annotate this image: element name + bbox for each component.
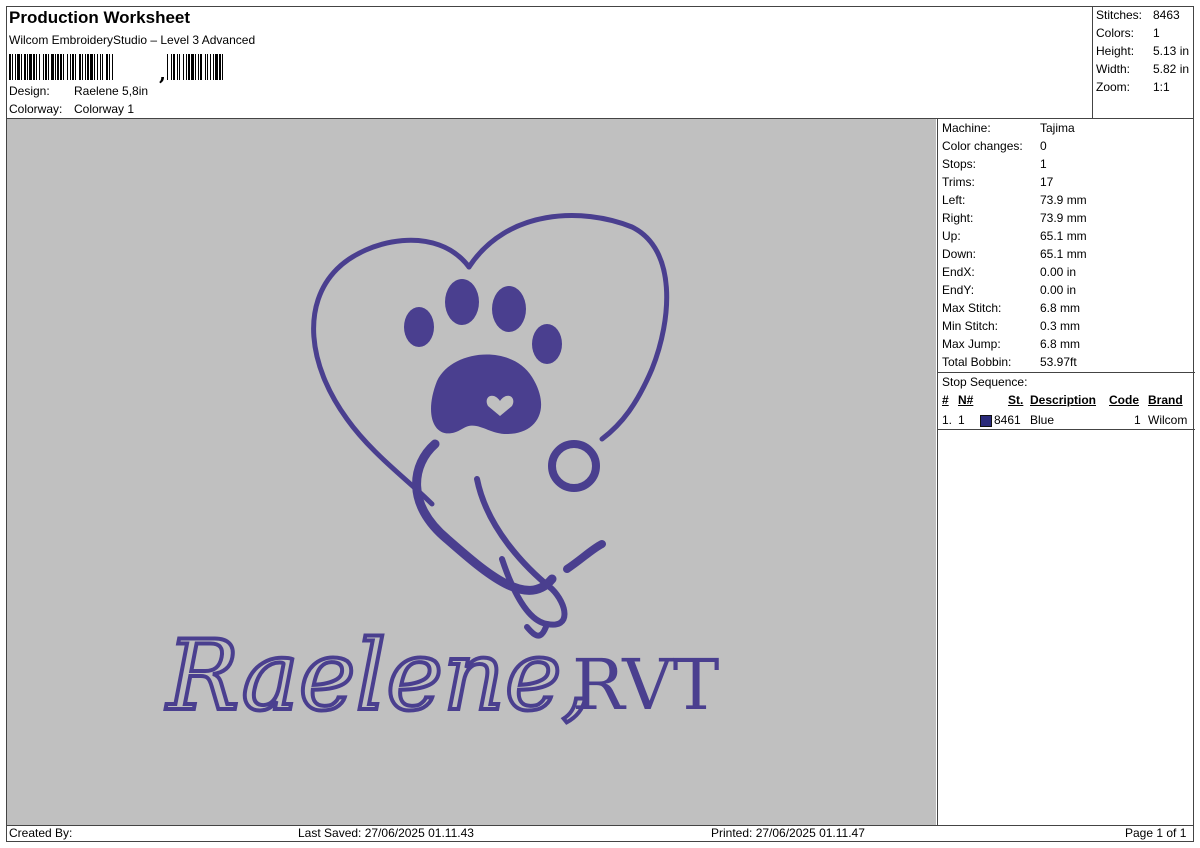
info-row: Up: 65.1 mm	[942, 229, 1087, 243]
stethoscope-earpiece	[563, 540, 606, 573]
design-script-text: Raelene,	[165, 620, 592, 732]
design-canvas: Raelene, RVT	[7, 119, 936, 825]
worksheet-footer: Created By: Last Saved: 27/06/2025 01.11…	[6, 825, 1194, 842]
info-row: EndX: 0.00 in	[942, 265, 1077, 279]
app-subtitle: Wilcom EmbroideryStudio – Level 3 Advanc…	[9, 33, 256, 47]
colorway-value: Colorway 1	[74, 102, 135, 116]
info-row: Min Stitch: 0.3 mm	[942, 319, 1081, 333]
printed-date: Printed: 27/06/2025 01.11.47	[711, 826, 865, 840]
page-number: Page 1 of 1	[1125, 826, 1187, 840]
info-row: Color changes: 0	[942, 139, 1047, 153]
stop-sequence-title: Stop Sequence:	[942, 375, 1028, 389]
info-row: Left: 73.9 mm	[942, 193, 1087, 207]
divider	[938, 429, 1195, 430]
stethoscope-tube	[474, 476, 568, 628]
stop-sequence-section: Stop Sequence: # N# St. Description Code…	[938, 372, 1195, 430]
col-description: Description	[1030, 393, 1097, 407]
color-swatch	[980, 415, 992, 427]
info-row: Machine: Tajima	[942, 121, 1075, 135]
info-row: Max Stitch: 6.8 mm	[942, 301, 1081, 315]
info-row: Total Bobbin: 53.97ft	[942, 355, 1077, 369]
stats-panel: Stitches: 8463 Colors: 1 Height: 5.13 in Wi…	[1092, 6, 1195, 118]
stat-row: Height: 5.13 in	[1096, 44, 1190, 58]
worksheet-header: Production Worksheet Wilcom EmbroiderySt…	[6, 6, 1092, 118]
created-by: Created By:	[9, 826, 73, 840]
design-label: Design:	[9, 84, 50, 98]
info-row: Stops: 1	[942, 157, 1047, 171]
machine-info-panel: Machine: Tajima Color changes: 0 Stops: 1 T…	[937, 119, 1195, 825]
stethoscope-chestpiece	[548, 440, 600, 492]
col-brand: Brand	[1148, 393, 1183, 407]
design-value: Raelene 5,8in	[74, 84, 149, 98]
info-row: Trims: 17	[942, 175, 1054, 189]
page-title: Production Worksheet	[9, 8, 191, 27]
stat-row: Stitches: 8463	[1096, 8, 1180, 22]
col-st: St.	[1008, 393, 1024, 407]
info-row: Right: 73.9 mm	[942, 211, 1087, 225]
stat-row: Colors: 1	[1096, 26, 1160, 40]
colorway-label: Colorway:	[9, 102, 63, 116]
table-row: 1. 1 8461 Blue 1 Wilcom	[942, 413, 1188, 427]
design-field: Design: Raelene 5,8in	[9, 84, 148, 98]
info-row: Down: 65.1 mm	[942, 247, 1087, 261]
embroidery-design: Raelene, RVT	[163, 213, 719, 734]
stat-row: Zoom: 1:1	[1096, 80, 1170, 94]
svg-text:,: ,	[159, 61, 166, 84]
info-row: Max Jump: 6.8 mm	[942, 337, 1081, 351]
stat-row: Width: 5.82 in	[1096, 62, 1190, 76]
last-saved: Last Saved: 27/06/2025 01.11.43	[298, 826, 474, 840]
col-hash: #	[942, 393, 949, 407]
info-row: EndY: 0.00 in	[942, 283, 1077, 297]
barcode: ,	[9, 54, 223, 84]
design-serif-text: RVT	[572, 644, 719, 726]
stop-sequence-header: # N# St. Description Code Brand	[938, 393, 1195, 409]
col-code: Code	[1109, 393, 1139, 407]
colorway-field: Colorway: Colorway 1	[9, 102, 134, 116]
paw-print-icon	[404, 279, 562, 434]
col-n: N#	[958, 393, 974, 407]
